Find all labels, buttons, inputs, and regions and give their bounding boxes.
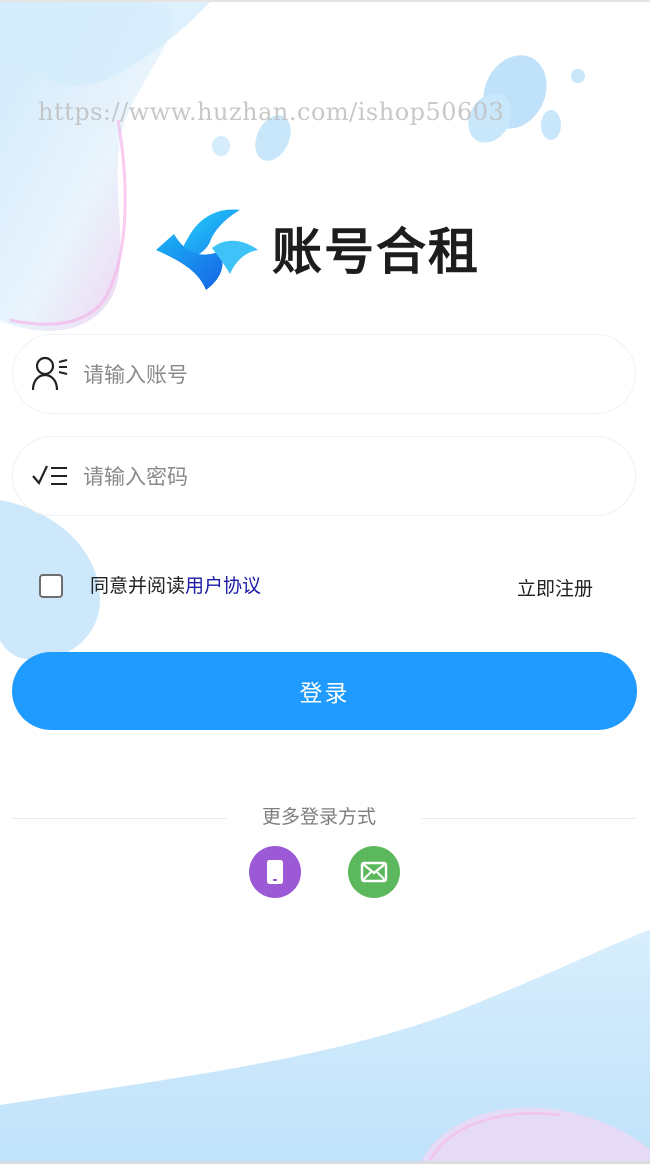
agreement-text: 同意并阅读用户协议 bbox=[90, 571, 261, 598]
account-input[interactable] bbox=[81, 351, 605, 399]
divider-line-right bbox=[422, 818, 637, 819]
login-button[interactable]: 登录 bbox=[12, 652, 637, 730]
phone-icon bbox=[267, 860, 283, 884]
check-list-icon bbox=[32, 465, 67, 486]
password-input[interactable] bbox=[81, 453, 605, 501]
app-logo: 账号合租 bbox=[154, 206, 494, 292]
top-border bbox=[0, 0, 650, 2]
divider-line-left bbox=[12, 818, 227, 819]
password-field bbox=[12, 436, 636, 516]
user-icon bbox=[31, 356, 68, 391]
user-agreement-link[interactable]: 用户协议 bbox=[185, 575, 261, 597]
more-login-label: 更多登录方式 bbox=[262, 806, 377, 828]
agreement-prefix: 同意并阅读 bbox=[90, 575, 186, 597]
register-link[interactable]: 立即注册 bbox=[517, 574, 593, 601]
logo-mark-icon bbox=[156, 209, 258, 290]
agreement-row: 同意并阅读用户协议 立即注册 bbox=[0, 566, 650, 606]
agree-checkbox[interactable] bbox=[39, 574, 63, 598]
watermark-text: https://www.huzhan.com/ishop50603 bbox=[38, 98, 505, 126]
app-name: 账号合租 bbox=[272, 222, 480, 281]
email-login-button[interactable] bbox=[348, 846, 400, 898]
more-login-divider: 更多登录方式 bbox=[0, 800, 650, 830]
phone-login-button[interactable] bbox=[249, 846, 301, 898]
email-icon bbox=[360, 861, 388, 883]
account-field bbox=[12, 334, 636, 414]
